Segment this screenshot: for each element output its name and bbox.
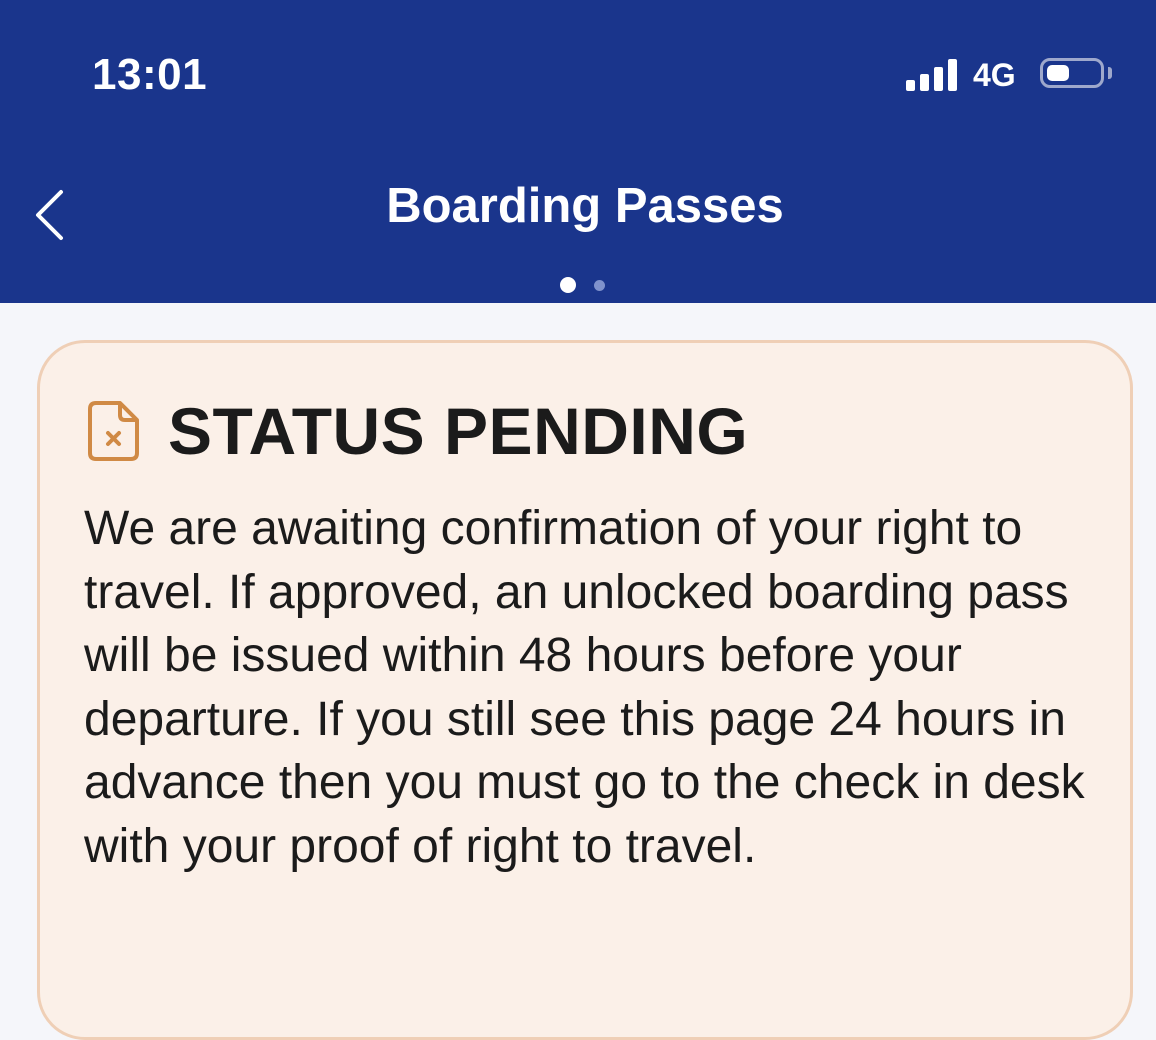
status-title: STATUS PENDING bbox=[168, 394, 749, 468]
battery-level bbox=[1047, 65, 1069, 81]
page-indicator-dot[interactable] bbox=[594, 280, 605, 291]
page-indicator-dot-active[interactable] bbox=[560, 277, 576, 293]
battery-icon bbox=[1040, 58, 1104, 88]
document-cancel-icon bbox=[88, 401, 139, 461]
status-message: We are awaiting confirmation of your rig… bbox=[84, 502, 1085, 873]
battery-tip bbox=[1108, 67, 1112, 79]
page-title: Boarding Passes bbox=[386, 179, 784, 233]
app-header bbox=[0, 0, 1156, 303]
network-type-label: 4G bbox=[973, 57, 1016, 93]
cellular-signal-icon bbox=[906, 57, 960, 91]
status-bar-time: 13:01 bbox=[92, 50, 208, 99]
